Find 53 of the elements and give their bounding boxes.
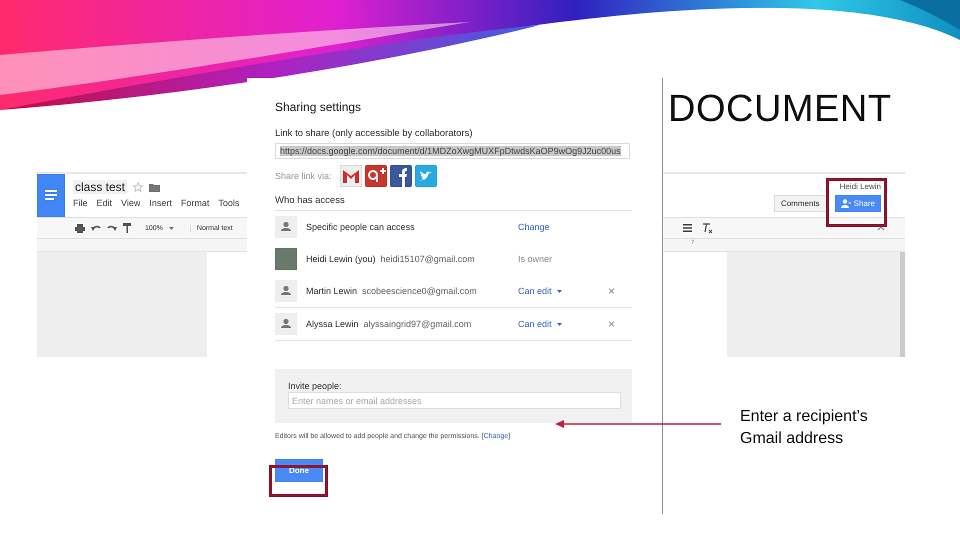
invite-field[interactable]: Enter names or email addresses <box>288 392 621 409</box>
dialog-title: Sharing settings <box>275 100 362 114</box>
menu-item[interactable]: File <box>73 198 88 208</box>
share-via-label: Share link via: <box>275 171 333 181</box>
section-heading: Who has access <box>275 195 632 211</box>
user-name: Heidi Lewin <box>840 182 881 191</box>
email-address: alyssaingrid97@gmail.com <box>364 319 472 329</box>
remove-button[interactable]: × <box>608 317 616 331</box>
person-icon <box>275 313 297 335</box>
folder-icon <box>149 182 160 192</box>
align-icon <box>683 224 692 232</box>
print-icon <box>75 224 85 232</box>
caret-icon <box>168 226 174 230</box>
highlight-box <box>826 178 887 227</box>
slide-title: DOCUMENT <box>668 88 892 131</box>
chevron-up-icon <box>877 225 885 231</box>
email-share-icon[interactable] <box>340 165 362 187</box>
person-name: Specific people can access <box>306 222 415 232</box>
menu-item[interactable]: View <box>121 198 140 208</box>
permission-dropdown[interactable]: Can edit <box>518 319 608 329</box>
plus-share-icon[interactable] <box>365 165 387 187</box>
star-icon <box>133 182 144 192</box>
document-title[interactable]: class test <box>73 180 128 194</box>
comments-button[interactable]: Comments <box>774 195 827 212</box>
link-field[interactable]: https://docs.google.com/document/d/1MDZoXwgMUXFpDtwdsKaOP9wOg9J2uc00us <box>275 143 630 159</box>
photo-placeholder <box>275 248 297 270</box>
person-icon <box>275 280 297 302</box>
person-name: Heidi Lewin (you) <box>306 254 376 264</box>
person-name: Martin Lewin <box>306 286 358 296</box>
f-share-icon[interactable] <box>390 165 412 187</box>
caret-icon <box>556 290 562 292</box>
highlight-box <box>269 465 328 497</box>
invite-label: Invite people: <box>288 381 343 391</box>
person-name: Alyssa Lewin <box>306 319 359 329</box>
menu-item[interactable]: Format <box>180 198 210 208</box>
clear-formatting-icon <box>702 222 713 234</box>
menu-item[interactable]: Insert <box>149 198 172 208</box>
paint-roller-icon <box>123 223 131 233</box>
callout-text: Enter a recipient’s Gmail address <box>740 407 869 449</box>
menu-item[interactable]: Edit <box>96 198 112 208</box>
change-link[interactable]: Change <box>518 222 608 232</box>
permission-dropdown[interactable]: Can edit <box>518 286 608 296</box>
undo-icon <box>91 224 101 232</box>
link-label: Link to share (only accessible by collaborators) <box>275 128 474 139</box>
remove-button[interactable]: × <box>608 284 616 298</box>
redo-icon <box>107 224 117 232</box>
role-text: Is owner <box>518 254 554 264</box>
caret-icon <box>556 322 562 326</box>
person-icon <box>840 199 851 208</box>
people-icon <box>275 216 297 238</box>
email-address: heidi15107@gmail.com <box>380 254 475 264</box>
menu-item[interactable]: Tools <box>218 198 240 208</box>
email-address: scobeescience0@gmail.com <box>362 286 477 296</box>
